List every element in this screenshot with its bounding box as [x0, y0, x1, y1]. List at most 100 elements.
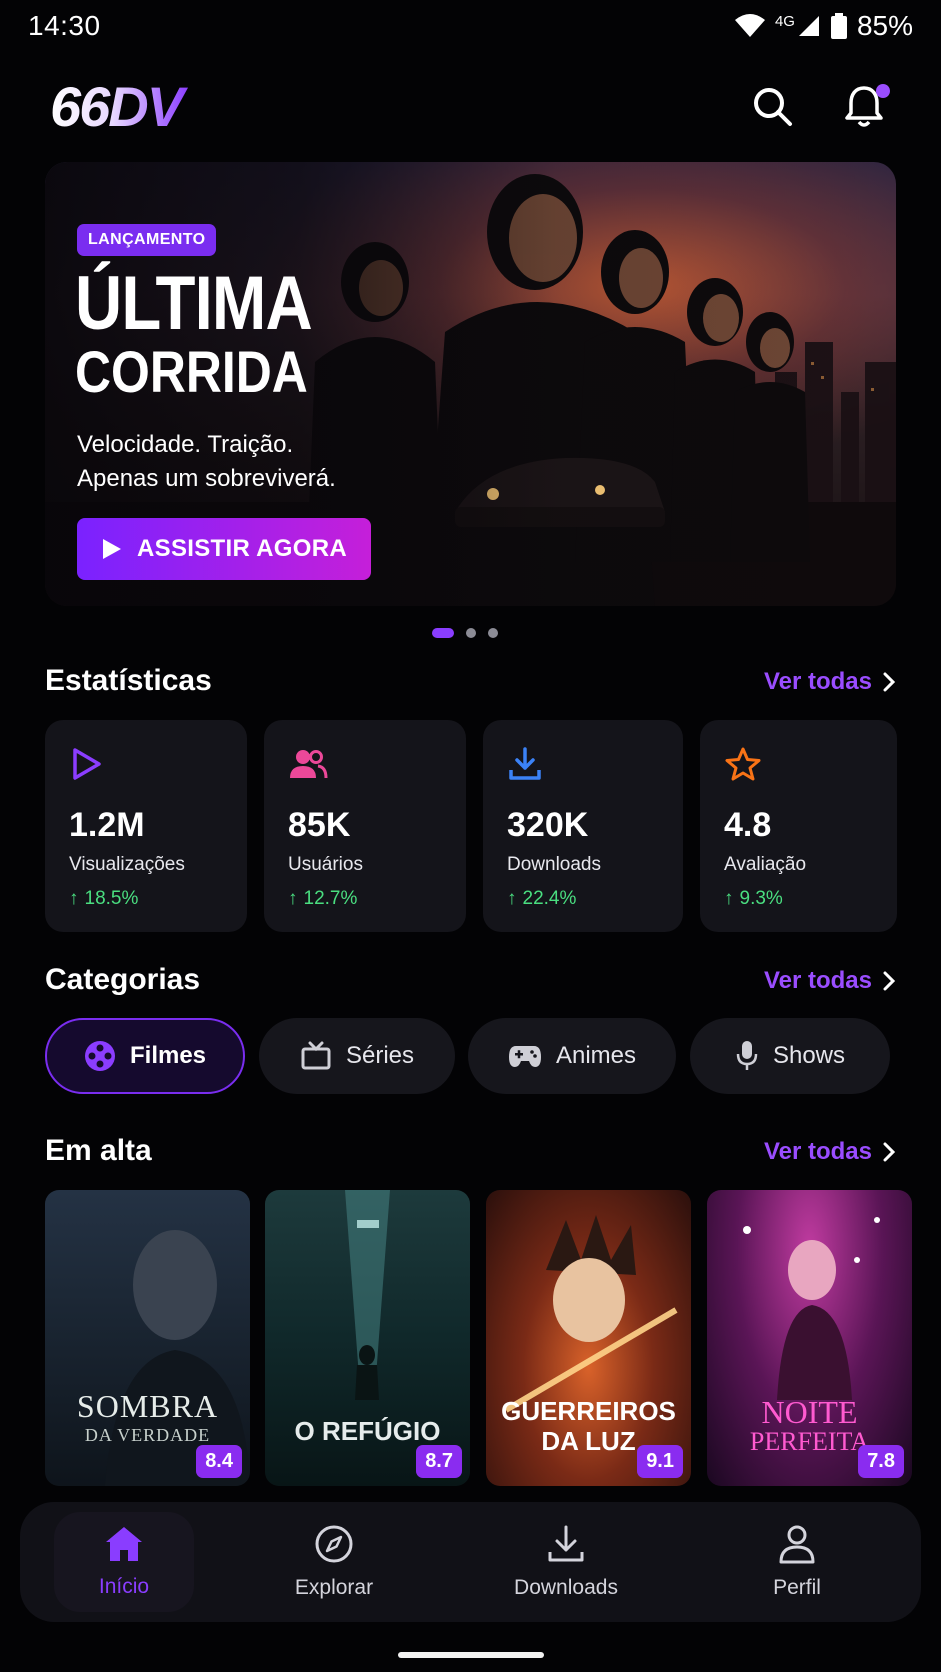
hero-tagline: Velocidade. Traição. Apenas um sobrevive…	[77, 428, 336, 496]
hero-title: ÚLTIMA	[75, 261, 313, 346]
stat-card-users[interactable]: 85K Usuários ↑ 12.7%	[264, 720, 466, 932]
download-icon	[548, 1525, 584, 1562]
stat-value: 4.8	[724, 806, 772, 844]
category-label: Animes	[555, 1042, 637, 1069]
chevron-right-icon	[883, 672, 896, 692]
nav-item-inicio[interactable]: Início	[54, 1502, 194, 1622]
arrow-up-icon: ↑	[69, 888, 79, 909]
users-icon	[290, 750, 328, 779]
poster-title: GUERREIROS	[501, 1396, 676, 1426]
nav-item-explorar[interactable]: Explorar	[264, 1502, 404, 1622]
movie-poster[interactable]: O REFÚGIO 8.7	[265, 1190, 470, 1486]
stat-change-value: 18.5%	[84, 888, 139, 909]
rating-badge: 7.8	[858, 1445, 904, 1478]
bottom-navigation: Início Explorar Downloads Perfil	[20, 1502, 921, 1622]
arrow-up-icon: ↑	[507, 888, 517, 909]
arrow-up-icon: ↑	[288, 888, 298, 909]
nav-label: Início	[98, 1575, 150, 1598]
notifications-button[interactable]	[836, 78, 892, 134]
movie-poster[interactable]: GUERREIROS DA LUZ 9.1	[486, 1190, 691, 1486]
gamepad-icon	[508, 1046, 541, 1067]
rating-badge: 8.7	[416, 1445, 462, 1478]
rating-badge: 9.1	[637, 1445, 683, 1478]
stat-change-value: 22.4%	[522, 888, 577, 909]
arrow-up-icon: ↑	[724, 888, 734, 909]
category-label: Filmes	[129, 1042, 207, 1069]
see-all-label: Ver todas	[763, 1138, 872, 1165]
signal-icon	[798, 16, 819, 36]
carousel-dot[interactable]	[432, 628, 454, 638]
poster-title: NOITE	[761, 1394, 858, 1430]
stat-change: ↑ 12.7%	[288, 888, 357, 910]
hero-banner[interactable]: LANÇAMENTO ÚLTIMA CORRIDA Velocidade. Tr…	[45, 162, 896, 606]
stat-change-value: 9.3%	[739, 888, 783, 909]
watch-now-button[interactable]: ASSISTIR AGORA	[77, 518, 371, 580]
stat-value: 320K	[507, 806, 589, 844]
play-icon	[73, 748, 101, 780]
stat-card-rating[interactable]: 4.8 Avaliação ↑ 9.3%	[700, 720, 897, 932]
release-badge: LANÇAMENTO	[77, 224, 217, 256]
see-all-label: Ver todas	[763, 967, 872, 994]
stat-card-downloads[interactable]: 320K Downloads ↑ 22.4%	[483, 720, 683, 932]
stat-change: ↑ 22.4%	[507, 888, 576, 910]
chevron-right-icon	[883, 971, 896, 991]
trending-title: Em alta	[45, 1134, 152, 1167]
rating-badge: 8.4	[196, 1445, 242, 1478]
search-icon	[754, 88, 792, 126]
chevron-right-icon	[883, 1142, 896, 1162]
poster-title: O REFÚGIO	[294, 1416, 441, 1446]
stat-value: 85K	[288, 806, 351, 844]
nav-item-downloads[interactable]: Downloads	[486, 1502, 646, 1622]
nav-label: Perfil	[773, 1576, 821, 1599]
stat-label: Downloads	[507, 854, 601, 875]
film-reel-icon	[84, 1041, 115, 1071]
movie-poster[interactable]: NOITE PERFEITA 7.8	[707, 1190, 912, 1486]
carousel-dot[interactable]	[466, 628, 476, 638]
gesture-home-indicator[interactable]	[398, 1652, 544, 1658]
stats-see-all-link[interactable]: Ver todas	[764, 668, 896, 696]
category-chip-series[interactable]: Séries	[259, 1018, 455, 1094]
stat-value: 1.2M	[69, 806, 145, 844]
nav-item-perfil[interactable]: Perfil	[727, 1502, 867, 1622]
see-all-label: Ver todas	[763, 668, 872, 695]
play-icon	[103, 539, 121, 559]
search-button[interactable]	[744, 78, 800, 134]
stat-label: Visualizações	[69, 854, 185, 875]
category-chip-animes[interactable]: Animes	[468, 1018, 676, 1094]
stat-label: Usuários	[288, 854, 363, 875]
hero-title-line2: CORRIDA	[75, 340, 308, 405]
stat-card-views[interactable]: 1.2M Visualizações ↑ 18.5%	[45, 720, 247, 932]
home-icon	[106, 1527, 142, 1561]
battery-level: 85%	[856, 10, 913, 41]
notification-dot	[876, 84, 890, 98]
stat-label: Avaliação	[724, 854, 807, 875]
category-label: Shows	[772, 1042, 846, 1069]
category-label: Séries	[345, 1042, 415, 1069]
hero-tagline-line1: Velocidade. Traição.	[77, 431, 294, 458]
star-icon	[725, 747, 761, 781]
poster-title: SOMBRA	[76, 1388, 219, 1424]
battery-icon	[830, 13, 847, 39]
status-icons: 4G 85%	[734, 10, 913, 42]
category-chip-filmes[interactable]: Filmes	[45, 1018, 245, 1094]
hero-tagline-line2: Apenas um sobreviverá.	[77, 465, 336, 492]
stat-change: ↑ 9.3%	[724, 888, 783, 910]
poster-subtitle: DA VERDADE	[84, 1425, 211, 1445]
status-time: 14:30	[28, 10, 101, 41]
download-icon	[509, 747, 541, 780]
nav-label: Explorar	[294, 1576, 374, 1599]
stat-change: ↑ 18.5%	[69, 888, 138, 910]
categories-title: Categorias	[45, 963, 201, 996]
microphone-icon	[736, 1041, 758, 1070]
category-chip-shows[interactable]: Shows	[690, 1018, 890, 1094]
carousel-dot[interactable]	[488, 628, 498, 638]
svg-text:66DV: 66DV	[50, 76, 189, 136]
movie-poster[interactable]: SOMBRA DA VERDADE 8.4	[45, 1190, 250, 1486]
compass-icon	[315, 1525, 353, 1563]
stats-title: Estatísticas	[45, 664, 212, 697]
categories-see-all-link[interactable]: Ver todas	[764, 967, 896, 995]
trending-see-all-link[interactable]: Ver todas	[764, 1138, 896, 1166]
tv-icon	[301, 1041, 331, 1070]
network-type: 4G	[774, 12, 795, 30]
carousel-indicator[interactable]	[432, 628, 498, 638]
